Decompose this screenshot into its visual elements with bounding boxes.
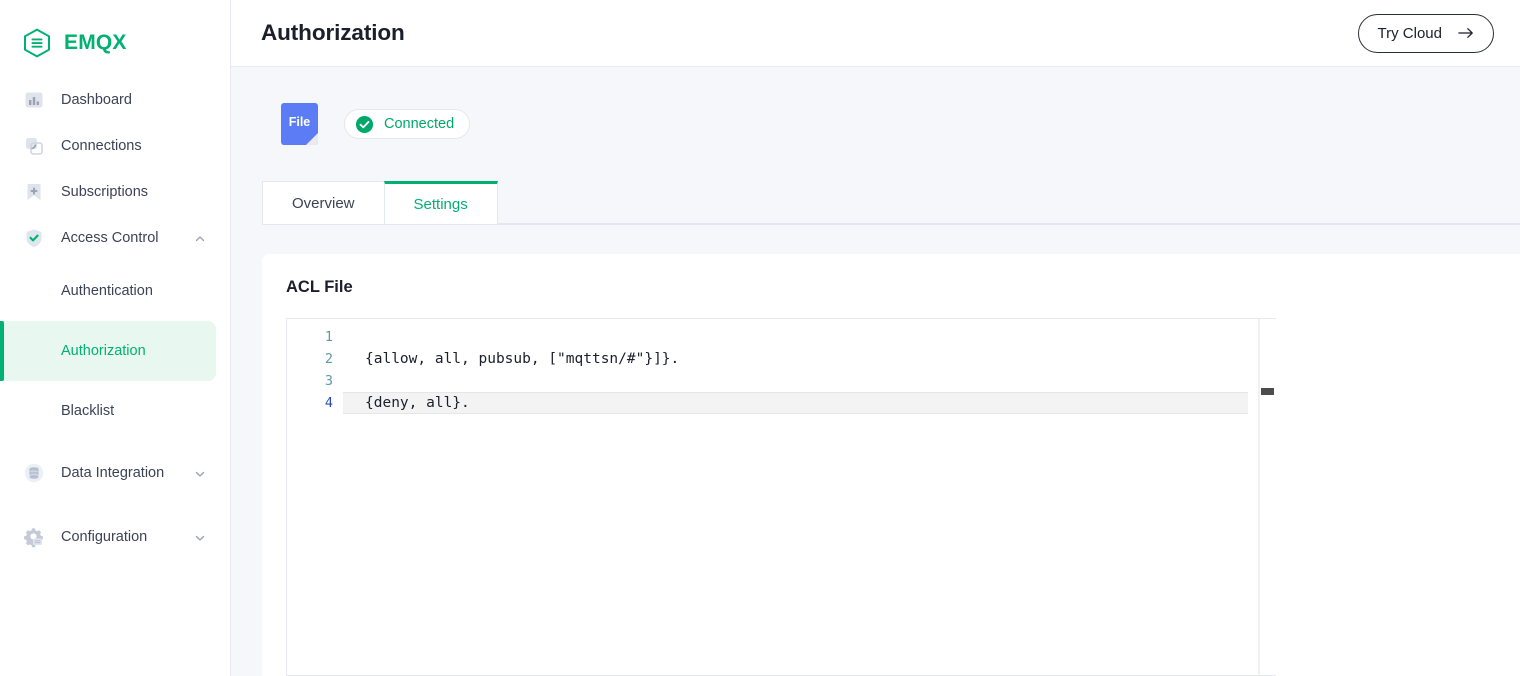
card-title: ACL File xyxy=(286,278,1520,297)
sidebar-item-label: Access Control xyxy=(61,230,159,246)
file-type-badge-icon: File xyxy=(281,103,318,145)
resource-actions: D xyxy=(1476,106,1520,142)
bar-chart-icon xyxy=(21,87,47,113)
sidebar-item-blacklist[interactable]: Blacklist xyxy=(0,381,230,441)
sidebar-item-data-integration[interactable]: Data Integration xyxy=(0,441,230,505)
sidebar-item-label: Subscriptions xyxy=(61,184,148,200)
sidebar-item-dashboard[interactable]: Dashboard xyxy=(0,77,230,123)
sidebar-item-authentication[interactable]: Authentication xyxy=(0,261,230,321)
line-number: 4 xyxy=(287,392,343,414)
main-area: Authorization Try Cloud File xyxy=(231,0,1520,676)
gear-icon xyxy=(21,524,47,550)
code-line xyxy=(343,370,1258,392)
acl-code-editor[interactable]: 1 2 3 4 {allow, all, pubsub, ["mqttsn/#"… xyxy=(286,318,1276,676)
editor-gutter: 1 2 3 4 xyxy=(287,319,343,675)
brand-name: EMQX xyxy=(64,31,127,55)
sidebar-sub-label: Authentication xyxy=(61,283,153,299)
tab-bar-filler xyxy=(497,181,1520,224)
sidebar-item-subscriptions[interactable]: Subscriptions xyxy=(0,169,230,215)
sidebar-item-label: Data Integration xyxy=(61,465,164,481)
tab-overview[interactable]: Overview xyxy=(262,181,385,224)
shield-check-icon xyxy=(21,225,47,251)
connections-icon xyxy=(21,133,47,159)
emqx-hexagon-logo-icon xyxy=(21,27,53,59)
status-label: Connected xyxy=(384,116,454,132)
sidebar-sub-label: Blacklist xyxy=(61,403,114,419)
check-circle-icon xyxy=(355,115,374,134)
minimap-marker xyxy=(1261,388,1274,395)
sidebar-item-label: Configuration xyxy=(61,529,147,545)
topbar: Authorization Try Cloud xyxy=(231,0,1520,67)
status-badge: Connected xyxy=(344,109,470,139)
sidebar: EMQX Dashboard xyxy=(0,0,231,676)
arrow-right-icon xyxy=(1458,26,1474,40)
sidebar-item-connections[interactable]: Connections xyxy=(0,123,230,169)
editor-minimap-scrollbar[interactable] xyxy=(1258,319,1276,675)
acl-file-card: ACL File 1 2 3 4 {allow, all, pubsub, ["… xyxy=(262,254,1520,676)
try-cloud-label: Try Cloud xyxy=(1378,25,1442,42)
sidebar-item-configuration[interactable]: Configuration xyxy=(0,505,230,569)
chevron-up-icon xyxy=(194,232,206,244)
try-cloud-button[interactable]: Try Cloud xyxy=(1358,14,1494,53)
line-number: 1 xyxy=(287,326,343,348)
tab-label: Overview xyxy=(292,195,355,212)
sidebar-nav: Dashboard Connections xyxy=(0,68,230,569)
sidebar-item-access-control[interactable]: Access Control xyxy=(0,215,230,261)
chevron-down-icon xyxy=(194,467,206,479)
code-line: {deny, all}. xyxy=(343,392,1248,414)
content-inner: File Connected D xyxy=(231,67,1520,676)
sidebar-item-label: Dashboard xyxy=(61,92,132,108)
database-stack-icon xyxy=(21,460,47,486)
chevron-down-icon xyxy=(194,531,206,543)
page-title: Authorization xyxy=(261,20,405,46)
line-number: 3 xyxy=(287,370,343,392)
sidebar-item-label: Connections xyxy=(61,138,142,154)
content-region: File Connected D xyxy=(231,67,1520,676)
code-line xyxy=(343,326,1258,348)
sidebar-sub-label: Authorization xyxy=(61,343,146,359)
tab-bar: Overview Settings xyxy=(262,182,1520,225)
brand[interactable]: EMQX xyxy=(0,0,230,68)
editor-code-area[interactable]: {allow, all, pubsub, ["mqttsn/#"}]}. {de… xyxy=(343,319,1258,675)
tab-label: Settings xyxy=(414,196,468,213)
resource-header: File Connected D xyxy=(262,97,1520,151)
sidebar-item-authorization[interactable]: Authorization xyxy=(0,321,216,381)
subscriptions-bookmark-icon xyxy=(21,179,47,205)
file-badge-label: File xyxy=(289,115,311,129)
code-line: {allow, all, pubsub, ["mqttsn/#"}]}. xyxy=(343,348,1258,370)
tab-settings[interactable]: Settings xyxy=(384,181,498,224)
line-number: 2 xyxy=(287,348,343,370)
app-root: EMQX Dashboard xyxy=(0,0,1520,676)
